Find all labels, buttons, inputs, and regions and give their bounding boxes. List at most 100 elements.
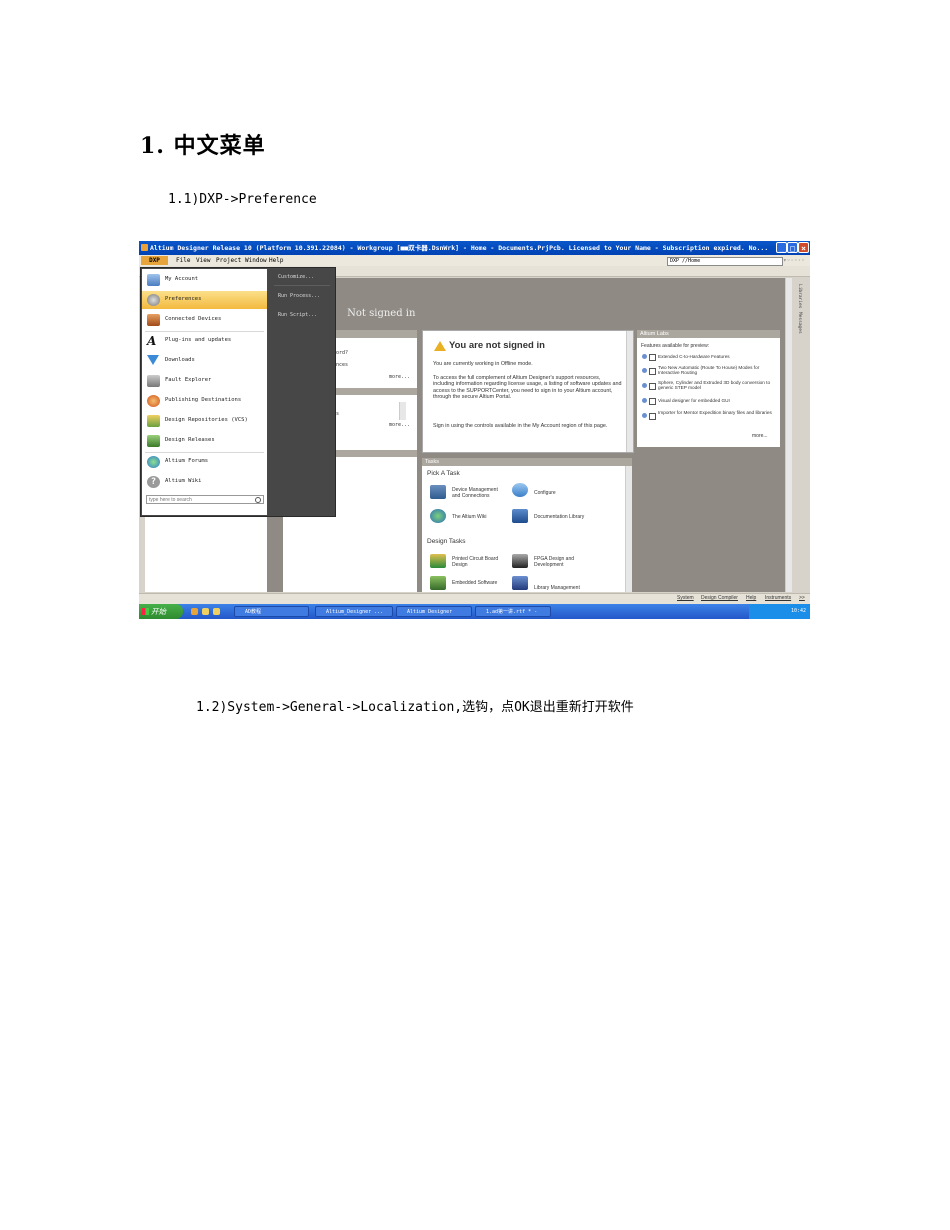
task-device-management[interactable]: Device Management and Connections (452, 487, 504, 499)
lab-checkbox[interactable] (649, 368, 656, 375)
menu-design-releases[interactable]: Design Releases (142, 432, 267, 450)
menu-item-label: Design Releases (165, 437, 215, 443)
menu-project[interactable]: Project (216, 255, 241, 266)
menu-search-input[interactable]: type here to search (146, 495, 264, 504)
step-1-text: 1.1)DXP->Preference (168, 192, 317, 207)
fpga-icon (512, 554, 528, 568)
menu-item-label: Altium Forums (165, 458, 209, 464)
status-bar: System Design Compiler Help Instruments … (139, 593, 810, 604)
menu-item-label: Publishing Destinations (165, 397, 242, 403)
signin-scrollbar[interactable] (626, 331, 633, 452)
signin-para-1: You are currently working in Offline mod… (433, 361, 533, 367)
menu-run-script[interactable]: Run Script... (278, 312, 317, 318)
maximize-button[interactable]: □ (787, 242, 798, 253)
warning-icon (434, 341, 446, 351)
lab-checkbox[interactable] (649, 354, 656, 361)
menu-plugins-updates[interactable]: A Plug-ins and updates (142, 332, 267, 350)
lab-bulb-icon (642, 354, 647, 359)
menu-help[interactable]: Help (269, 255, 283, 266)
lab-item: Importer for Mentor Expedition binary fi… (658, 410, 772, 415)
gear-icon (147, 294, 160, 306)
menu-my-account[interactable]: My Account (142, 271, 267, 289)
menu-altium-forums[interactable]: Altium Forums (142, 453, 267, 471)
system-tray: 10:42 (749, 604, 810, 619)
task-documentation-library[interactable]: Documentation Library (534, 514, 584, 520)
task-pcb-design[interactable]: Printed Circuit Board Design (452, 556, 506, 568)
tasks-panel: Tasks Pick A Task Device Management and … (422, 458, 632, 592)
address-box[interactable]: DXP //Home (667, 257, 783, 266)
menu-customize[interactable]: Customize... (278, 274, 314, 280)
documentation-icon (512, 509, 528, 523)
signin-para-3: Sign in using the controls available in … (433, 423, 608, 429)
status-more[interactable]: >> (799, 595, 805, 601)
lab-checkbox[interactable] (649, 383, 656, 390)
lab-item: Two New Automatic (Route To House) Modes… (658, 365, 760, 376)
side-tabs: Libraries Messages (793, 278, 810, 592)
device-icon (430, 485, 446, 499)
tasks-scrollbar[interactable] (625, 466, 632, 592)
task-altium-wiki[interactable]: The Altium Wiki (452, 514, 486, 520)
altium-logo-icon: A (147, 334, 157, 348)
libraries-tab[interactable]: Libraries (797, 284, 802, 308)
menu-design-repositories[interactable]: Design Repositories (VCS) (142, 412, 267, 430)
banner-text: Z Not signed in (325, 308, 415, 319)
publishing-icon (147, 395, 160, 407)
menu-item-label: Downloads (165, 357, 195, 363)
status-help[interactable]: Help (746, 595, 756, 601)
status-instruments[interactable]: Instruments (765, 595, 791, 601)
labs-intro: Features available for preview: (641, 343, 710, 349)
lab-checkbox[interactable] (649, 398, 656, 405)
account-more-link[interactable]: more... (389, 374, 410, 380)
account-more-link-2[interactable]: more... (389, 422, 410, 428)
lab-bulb-icon (642, 368, 647, 373)
labs-more-link[interactable]: more... (752, 433, 768, 439)
menu-file[interactable]: File (176, 255, 190, 266)
quicklaunch-folder-icon[interactable] (213, 608, 220, 615)
embedded-icon (430, 576, 446, 590)
signin-panel: You are not signed in You are currently … (422, 330, 634, 453)
start-button[interactable]: 开始 (139, 604, 183, 619)
search-placeholder: type here to search (149, 497, 192, 503)
menu-publishing-destinations[interactable]: Publishing Destinations (142, 392, 267, 410)
menu-item-label: Connected Devices (165, 316, 222, 322)
menu-fault-explorer[interactable]: Fault Explorer (142, 372, 267, 390)
menu-preferences[interactable]: Preferences (142, 291, 267, 309)
menu-altium-wiki[interactable]: ? Altium Wiki (142, 473, 267, 491)
quicklaunch-browser-icon[interactable] (191, 608, 198, 615)
menu-window[interactable]: Window (245, 255, 267, 266)
dxp-menu-left-pane: My Account Preferences Connected Devices… (142, 269, 267, 515)
account-scroll[interactable] (399, 402, 406, 420)
menu-connected-devices[interactable]: Connected Devices (142, 311, 267, 329)
window-title: Altium Designer Release 10 (Platform 10.… (150, 244, 769, 252)
messages-tab[interactable]: Messages (797, 312, 802, 334)
nav-arrows-icon[interactable]: ▾◦·◦·◦ (783, 255, 805, 266)
menu-run-process[interactable]: Run Process... (278, 293, 320, 299)
signin-title: You are not signed in (449, 340, 545, 351)
quicklaunch-folder-icon[interactable] (202, 608, 209, 615)
status-design-compiler[interactable]: Design Compiler (701, 595, 738, 601)
task-library-management[interactable]: Library Management (534, 585, 580, 591)
menu-view[interactable]: View (196, 255, 210, 266)
task-embedded-software[interactable]: Embedded Software (452, 580, 497, 586)
taskbar-ad-tutorial[interactable]: AD教程 (234, 606, 309, 617)
tray-clock: 10:42 (790, 608, 806, 614)
lab-checkbox[interactable] (649, 413, 656, 420)
dxp-menu-button[interactable]: DXP (141, 256, 168, 265)
menu-item-label: Plug-ins and updates (165, 337, 232, 343)
wiki-icon (430, 509, 446, 523)
status-system[interactable]: System (677, 595, 694, 601)
left-column (145, 506, 267, 592)
search-icon[interactable] (255, 497, 261, 503)
taskbar-altium-designer-2[interactable]: Altium Designer (396, 606, 472, 617)
taskbar-altium-designer-1[interactable]: Altium_Designer ... (315, 606, 393, 617)
task-configure[interactable]: Configure (534, 490, 556, 496)
minimize-button[interactable]: _ (776, 242, 787, 253)
taskbar-rtf-document[interactable]: 1.ad第一讲.rtf * - (475, 606, 551, 617)
menu-downloads[interactable]: Downloads (142, 352, 267, 370)
configure-icon (512, 483, 528, 497)
pcb-icon (430, 554, 446, 568)
close-button[interactable]: × (798, 242, 809, 253)
task-fpga-design[interactable]: FPGA Design and Development (534, 556, 590, 568)
menu-item-label: Preferences (165, 296, 202, 302)
home-scrollbar[interactable] (785, 278, 792, 592)
